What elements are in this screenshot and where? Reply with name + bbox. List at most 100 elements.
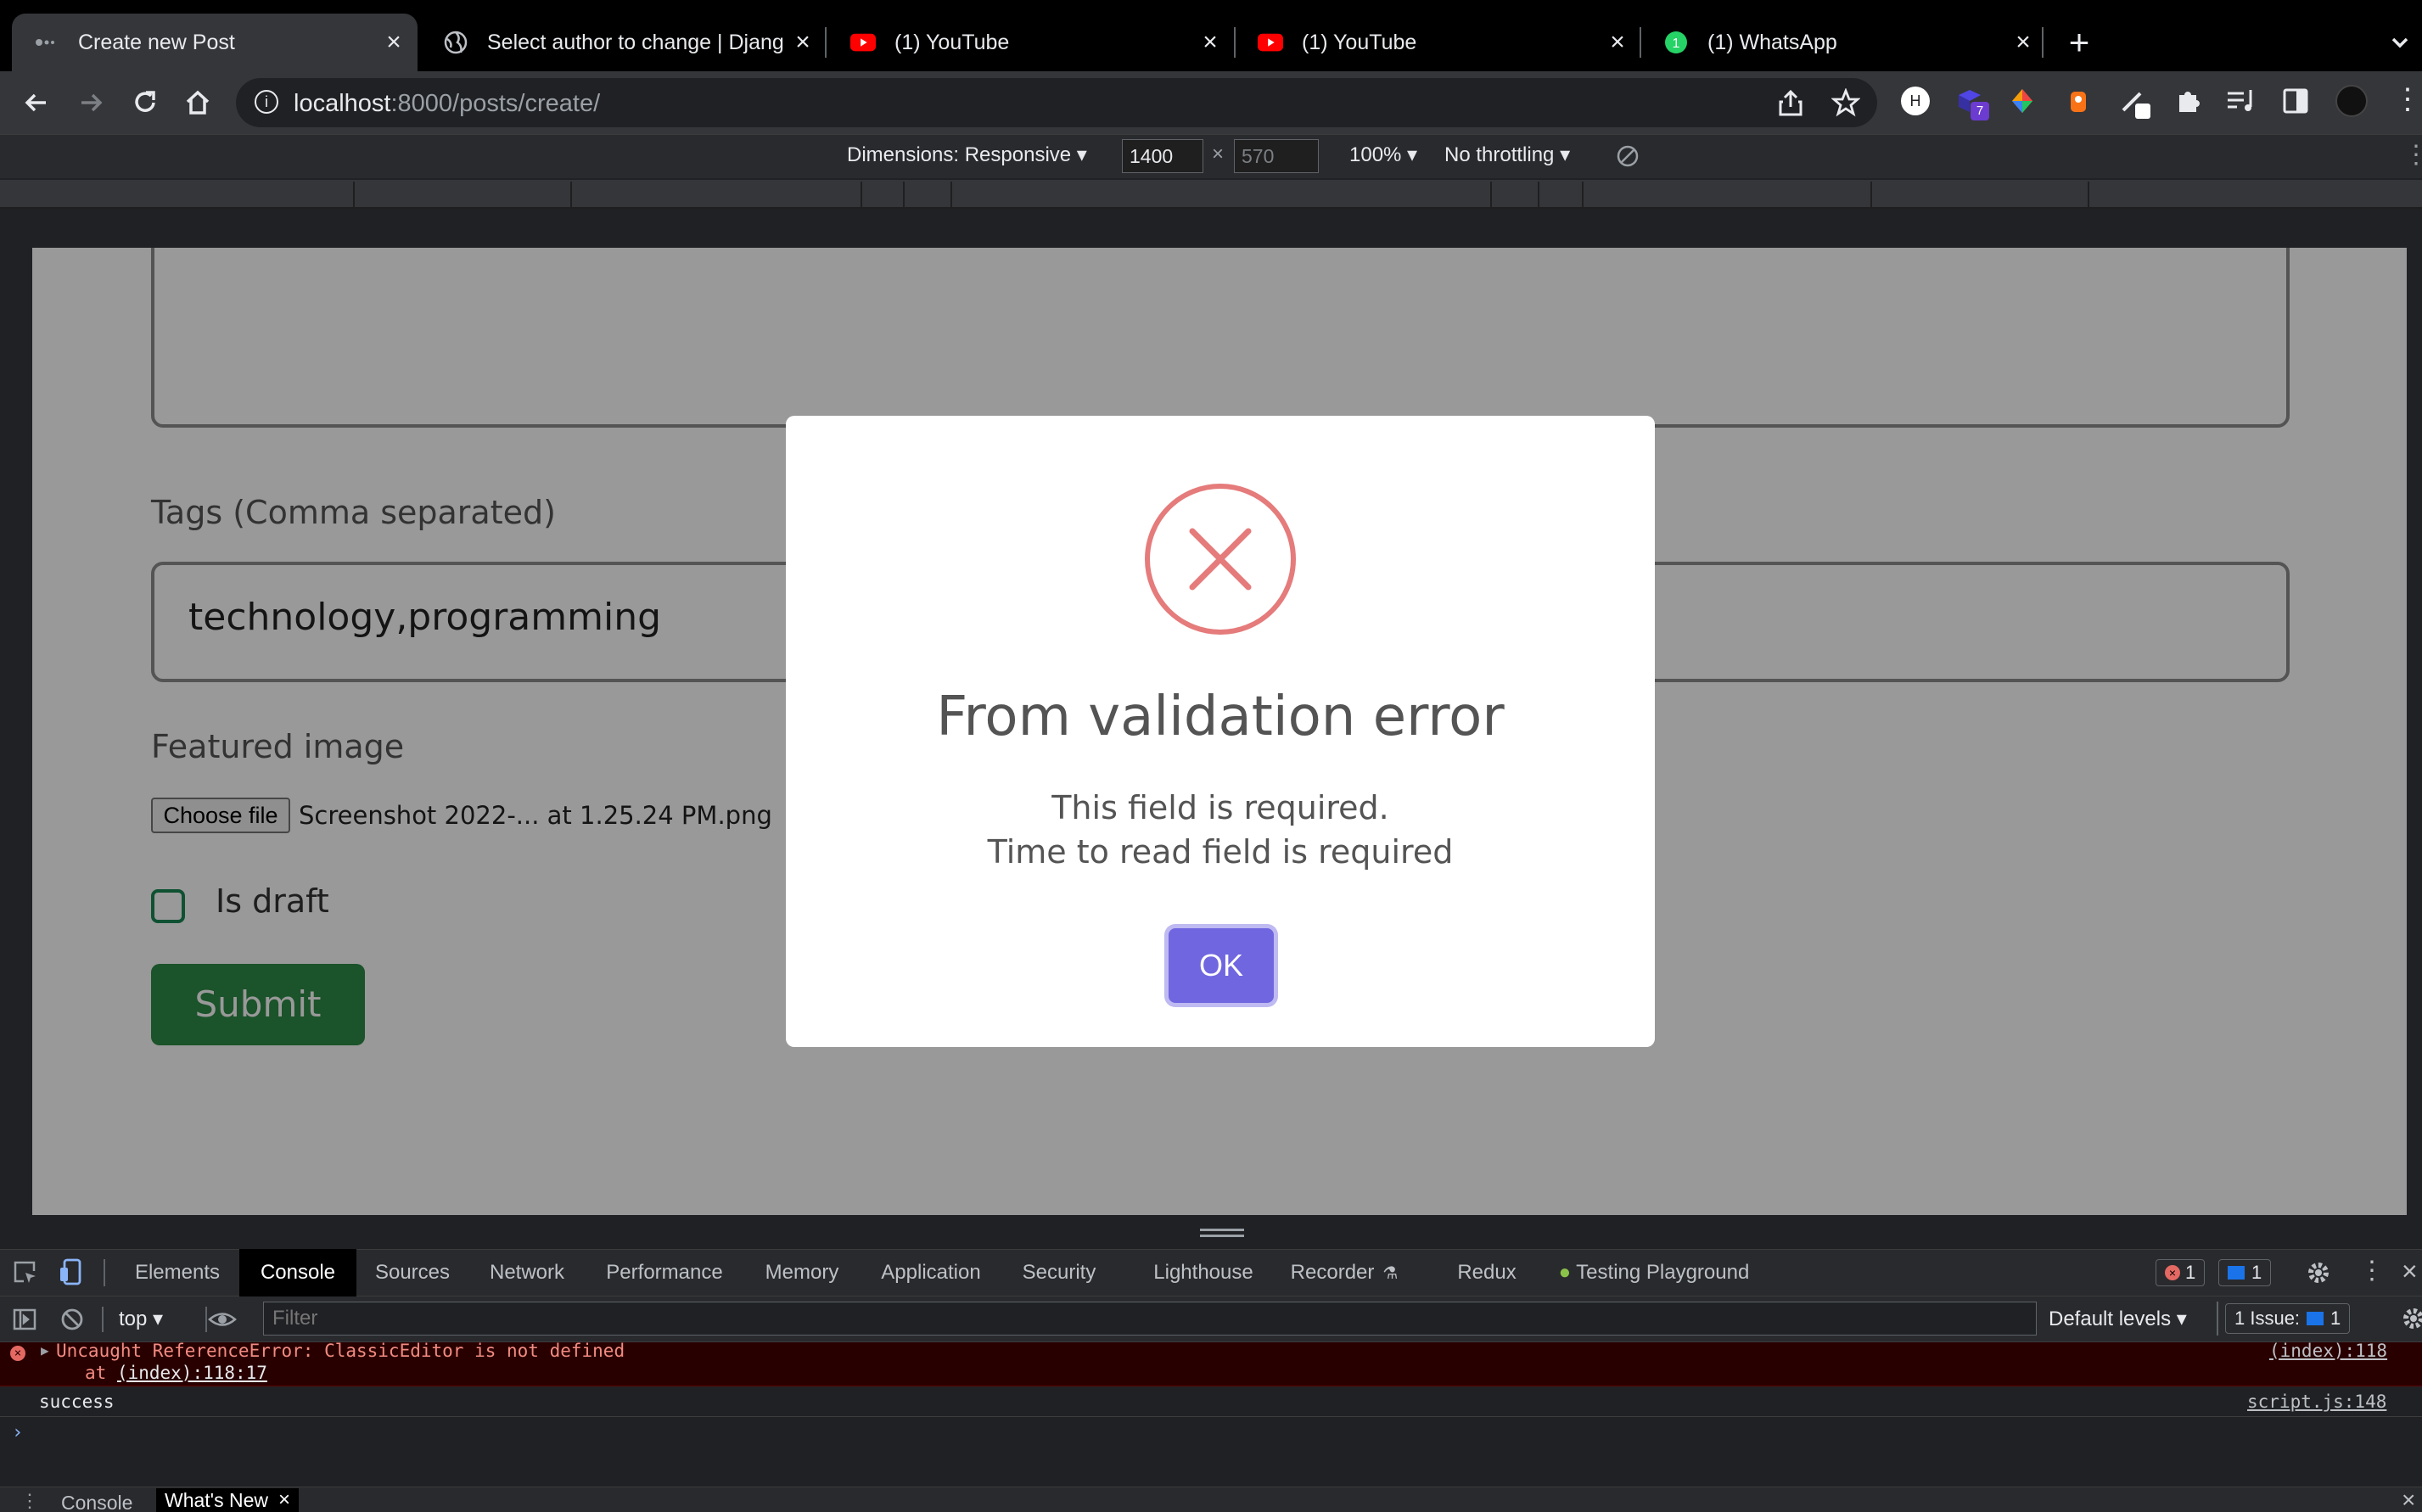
inspect-element-icon[interactable] — [12, 1259, 39, 1286]
extensions-puzzle-icon[interactable] — [2173, 85, 2205, 117]
share-icon[interactable] — [1777, 88, 1804, 121]
error-source-link[interactable]: (index):118 — [2269, 1341, 2387, 1361]
error-icon-small: × — [10, 1346, 25, 1361]
color-picker-icon[interactable] — [2008, 87, 2037, 115]
chrome-menu-button[interactable]: ⋮ — [2393, 85, 2422, 117]
media-query-segment[interactable] — [950, 182, 952, 207]
extension-pen-icon[interactable] — [2118, 85, 2154, 120]
media-query-segment[interactable] — [353, 182, 355, 207]
tab-select-author[interactable]: Select author to change | Djang × — [421, 14, 827, 71]
console-prompt-icon[interactable]: › — [12, 1422, 23, 1443]
rotate-icon[interactable] — [1616, 144, 1640, 168]
extension-cube-icon[interactable]: 7 — [1955, 87, 1989, 120]
avatar[interactable] — [2335, 85, 2368, 117]
sidebar-toggle-icon[interactable] — [12, 1307, 37, 1332]
tab-create-post[interactable]: Create new Post × — [12, 14, 418, 71]
url-text[interactable]: localhost:8000/posts/create/ — [294, 90, 600, 118]
zoom-dropdown[interactable]: 100% ▾ — [1349, 143, 1417, 167]
message-count-badge[interactable]: 1 — [2218, 1259, 2272, 1286]
drawer-tab-bar — [0, 1487, 2422, 1512]
media-query-segment[interactable] — [1490, 182, 1492, 207]
media-controls-icon[interactable] — [2225, 87, 2257, 115]
validation-error-modal: From validation error This field is requ… — [786, 416, 1655, 1047]
reload-button[interactable] — [126, 83, 165, 122]
devtools-tab-network[interactable]: Network — [472, 1249, 582, 1296]
settings-gear-icon[interactable] — [2305, 1259, 2332, 1286]
drawer-tab-whats-new[interactable]: What's New × — [156, 1488, 299, 1512]
devtools-tab-application[interactable]: Application — [867, 1249, 995, 1296]
new-tab-button[interactable]: + — [2057, 20, 2101, 64]
home-button[interactable] — [178, 83, 217, 122]
error-stack-line: at (index):118:17 — [85, 1363, 267, 1383]
home-icon — [186, 90, 210, 115]
media-query-bar — [0, 180, 2422, 209]
log-levels-dropdown[interactable]: Default levels ▾ — [2049, 1307, 2187, 1331]
console-log-message[interactable]: success script.js:148 — [0, 1386, 2422, 1417]
close-icon[interactable]: × — [377, 28, 411, 57]
media-query-segment[interactable] — [1582, 182, 1584, 207]
close-icon[interactable]: × — [1193, 28, 1227, 57]
forward-button[interactable] — [71, 83, 110, 122]
close-icon[interactable]: × — [786, 28, 820, 57]
drawer-menu-icon[interactable]: ⋮ — [20, 1490, 39, 1512]
devtools-tab-sources[interactable]: Sources — [360, 1249, 465, 1296]
devtools-tab-elements[interactable]: Elements — [119, 1249, 236, 1296]
back-button[interactable] — [17, 83, 56, 122]
devtools-tab-memory[interactable]: Memory — [745, 1249, 859, 1296]
message-count: 1 — [2251, 1262, 2262, 1283]
throttling-dropdown[interactable]: No throttling ▾ — [1444, 143, 1570, 167]
device-toggle-icon[interactable] — [58, 1257, 85, 1286]
close-devtools-icon[interactable]: × — [2402, 1254, 2422, 1288]
bookmark-star-icon[interactable] — [1831, 87, 1861, 121]
issues-badge[interactable]: 1 Issue: 1 — [2225, 1303, 2351, 1334]
devtools-menu-icon[interactable]: ⋮ — [2359, 1256, 2385, 1290]
expand-triangle-icon[interactable]: ▶ — [41, 1342, 49, 1358]
console-settings-icon[interactable] — [2400, 1305, 2422, 1332]
devtools-tab-redux[interactable]: Redux — [1451, 1249, 1522, 1296]
console-error-message[interactable]: × ▶ Uncaught ReferenceError: ClassicEdit… — [0, 1341, 2422, 1386]
devtools-tab-security[interactable]: Security — [1001, 1249, 1117, 1296]
info-icon[interactable]: i — [255, 90, 278, 114]
close-icon[interactable]: × — [2006, 28, 2040, 57]
tab-youtube-2[interactable]: (1) YouTube × — [1236, 14, 1641, 71]
close-icon[interactable]: × — [278, 1488, 290, 1512]
devtools-tab-console[interactable]: Console — [239, 1249, 356, 1296]
extension-robot-icon[interactable] — [2064, 85, 2093, 117]
error-stack-link[interactable]: (index):118:17 — [117, 1363, 267, 1383]
devtools-tab-performance[interactable]: Performance — [591, 1249, 738, 1296]
viewport-height-input[interactable]: 570 — [1234, 139, 1319, 173]
devtools-resize-bar[interactable] — [0, 1215, 2422, 1249]
tab-whatsapp[interactable]: 1 (1) WhatsApp × — [1641, 14, 2047, 71]
error-count-badge[interactable]: × 1 — [2156, 1259, 2206, 1286]
ok-button[interactable]: OK — [1169, 928, 1274, 1003]
console-filter-input[interactable] — [263, 1302, 2037, 1336]
arrow-left-icon — [25, 93, 46, 112]
context-selector[interactable]: top ▾ — [119, 1307, 163, 1331]
extension-h-icon[interactable]: H — [1901, 87, 1930, 115]
media-query-segment[interactable] — [903, 182, 905, 207]
eye-icon[interactable] — [207, 1307, 238, 1332]
viewport-width-input[interactable]: 1400 — [1122, 139, 1203, 173]
close-drawer-icon[interactable]: × — [2402, 1487, 2415, 1512]
side-panel-icon[interactable] — [2281, 87, 2310, 115]
log-source-link[interactable]: script.js:148 — [2247, 1392, 2386, 1412]
media-query-segment[interactable] — [861, 182, 862, 207]
device-toolbar-menu-icon[interactable]: ⋮ — [2403, 143, 2422, 171]
media-query-segment[interactable] — [1870, 182, 1872, 207]
close-icon[interactable]: × — [1601, 28, 1634, 57]
issues-label: 1 Issue: — [2234, 1308, 2301, 1329]
dimensions-dropdown[interactable]: Dimensions: Responsive ▾ — [847, 143, 1087, 167]
media-query-segment[interactable] — [2088, 182, 2089, 207]
media-query-segment[interactable] — [570, 182, 572, 207]
error-at-prefix: at — [85, 1363, 117, 1383]
media-query-segment[interactable] — [1538, 182, 1539, 207]
devtools-tab-recorder[interactable]: Recorder ⚗ — [1285, 1249, 1404, 1296]
devtools-tab-testing-playground[interactable]: ● Testing Playground — [1550, 1249, 1758, 1296]
devtools-tab-lighthouse[interactable]: Lighthouse — [1144, 1249, 1263, 1296]
drawer-tab-console[interactable]: Console — [61, 1492, 132, 1512]
clear-console-icon[interactable] — [59, 1307, 85, 1332]
tab-youtube-1[interactable]: (1) YouTube × — [828, 14, 1234, 71]
tab-search-button[interactable] — [2383, 25, 2417, 59]
address-bar[interactable]: i localhost:8000/posts/create/ — [236, 78, 1877, 127]
tab-separator — [825, 27, 827, 58]
